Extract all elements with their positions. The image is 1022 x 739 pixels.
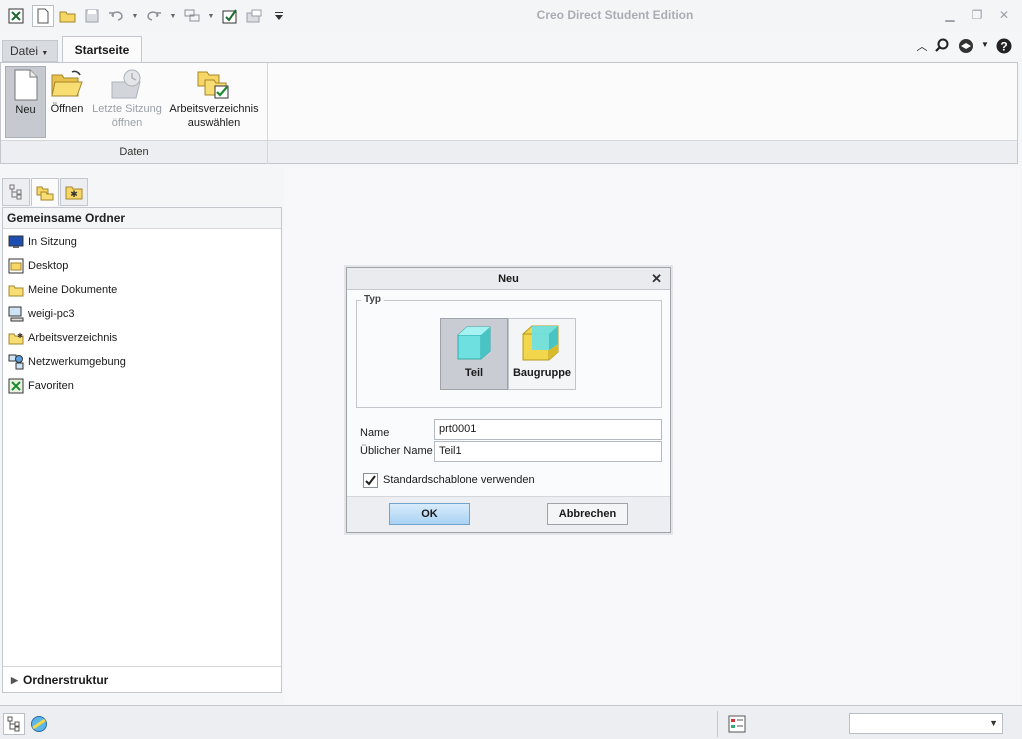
learning-connector-icon[interactable] [956,38,976,56]
status-separator [717,711,718,737]
computer-icon [7,306,24,322]
common-name-field[interactable]: Teil1 [434,441,662,462]
common-name-label: Üblicher Name [360,445,433,457]
toggle-browser-icon[interactable] [28,713,50,735]
folder-item-network[interactable]: Netzwerkumgebung [7,352,126,372]
ribbon-panel: Neu Öffnen Letzte Sitzung öffnen Arbeits… [0,62,1018,164]
regenerate-dropdown-icon[interactable]: ▼ [206,5,216,27]
favorites-folder-icon: ✱ [65,186,83,200]
select-working-directory-button[interactable]: Arbeitsverzeichnis auswählen [166,66,262,138]
undo-icon[interactable] [105,5,127,27]
svg-text:✱: ✱ [70,189,78,199]
chevron-down-icon: ▼ [989,718,998,728]
undo-dropdown-icon[interactable]: ▼ [130,5,140,27]
svg-text:?: ? [1000,40,1007,54]
regenerate-icon[interactable] [181,5,203,27]
folder-item-favorites[interactable]: Favoriten [7,376,74,396]
selection-filter-dropdown[interactable]: ▼ [849,713,1003,734]
documents-folder-icon [7,282,24,298]
customize-toolbar-icon[interactable] [268,5,290,27]
close-window-icon[interactable] [243,5,265,27]
favorites-icon [7,378,24,394]
open-last-session-button[interactable]: Letzte Sitzung öffnen [90,66,164,138]
type-assembly-button[interactable]: Baugruppe [508,318,576,390]
model-tree-icon [9,184,22,200]
open-folder-icon [47,66,87,102]
use-default-template-label: Standardschablone verwenden [383,474,535,486]
folder-item-desktop[interactable]: Desktop [7,256,68,276]
open-file-icon[interactable] [57,5,79,27]
open-button[interactable]: Öffnen [47,66,87,138]
type-group-label: Typ [361,294,385,305]
tab-folder-browser[interactable] [31,178,59,206]
save-icon[interactable] [81,5,103,27]
name-label: Name [360,427,390,439]
tab-favorites[interactable]: ✱ [60,178,88,206]
restore-icon[interactable]: ❐ [968,8,986,24]
redo-icon[interactable] [143,5,165,27]
last-session-icon [90,66,164,102]
folder-item-computer[interactable]: weigi-pc3 [7,304,74,324]
folder-item-in-session[interactable]: In Sitzung [7,232,77,252]
title-bar: ▼ ▼ ▼ Creo Direct Student Edition ▁ ❐ ✕ [0,0,1022,32]
status-bar: ▼ [0,705,1022,739]
part-cube-icon [441,319,507,367]
close-icon[interactable]: ✕ [651,268,662,290]
toggle-navigator-icon[interactable] [3,713,25,735]
help-icon[interactable]: ? [995,38,1013,56]
expand-arrow-icon: ▶ [11,675,18,685]
ribbon-tab-row: Datei ▼ Startseite ︿ ▼ ? [0,36,1022,63]
close-app-icon[interactable]: ✕ [995,8,1013,24]
search-icon[interactable] [934,38,950,56]
folder-navigator: Gemeinsame Ordner In Sitzung Desktop Mei… [2,207,282,693]
group-label-data: Daten [1,141,268,164]
redo-dropdown-icon[interactable]: ▼ [168,5,178,27]
new-file-icon[interactable] [32,5,54,27]
minimize-icon[interactable]: ▁ [941,8,959,24]
desktop-icon [7,258,24,274]
tab-model-tree[interactable] [2,178,30,206]
working-directory-icon: ✱ [7,330,24,346]
folder-browser-icon [36,186,54,200]
ok-button[interactable]: OK [389,503,470,525]
app-title: Creo Direct Student Edition [536,8,694,22]
folder-item-documents[interactable]: Meine Dokumente [7,280,117,300]
folder-item-working-directory[interactable]: ✱ Arbeitsverzeichnis [7,328,117,348]
assembly-cube-icon [509,319,575,367]
dialog-title-bar: Neu ✕ [347,268,670,290]
ribbon-group-footer: Daten [1,140,1017,164]
svg-text:✱: ✱ [17,332,23,340]
name-field[interactable]: prt0001 [434,419,662,440]
type-part-button[interactable]: Teil [440,318,508,390]
folder-tree-toggle[interactable]: ▶ Ordnerstruktur [3,666,281,692]
learning-dropdown-icon[interactable]: ▼ [980,40,990,58]
message-log-icon[interactable] [726,713,748,735]
new-document-icon [6,67,45,103]
tab-home[interactable]: Startseite [62,36,142,63]
common-folders-header: Gemeinsame Ordner [3,208,281,229]
network-icon [7,354,24,370]
working-directory-check-icon [166,66,262,102]
new-dialog: Neu ✕ Typ Teil Baugruppe Name prt0001 Üb… [346,267,671,533]
checkmark-icon [365,475,376,486]
session-icon [7,234,24,250]
app-logo-icon[interactable] [5,5,27,27]
minimize-ribbon-icon[interactable]: ︿ [914,38,930,56]
windows-icon[interactable] [219,5,241,27]
use-default-template-checkbox[interactable] [363,473,378,488]
tab-file[interactable]: Datei ▼ [2,40,58,62]
new-button[interactable]: Neu [5,66,46,138]
dialog-footer: OK Abbrechen [347,496,670,532]
cancel-button[interactable]: Abbrechen [547,503,628,525]
